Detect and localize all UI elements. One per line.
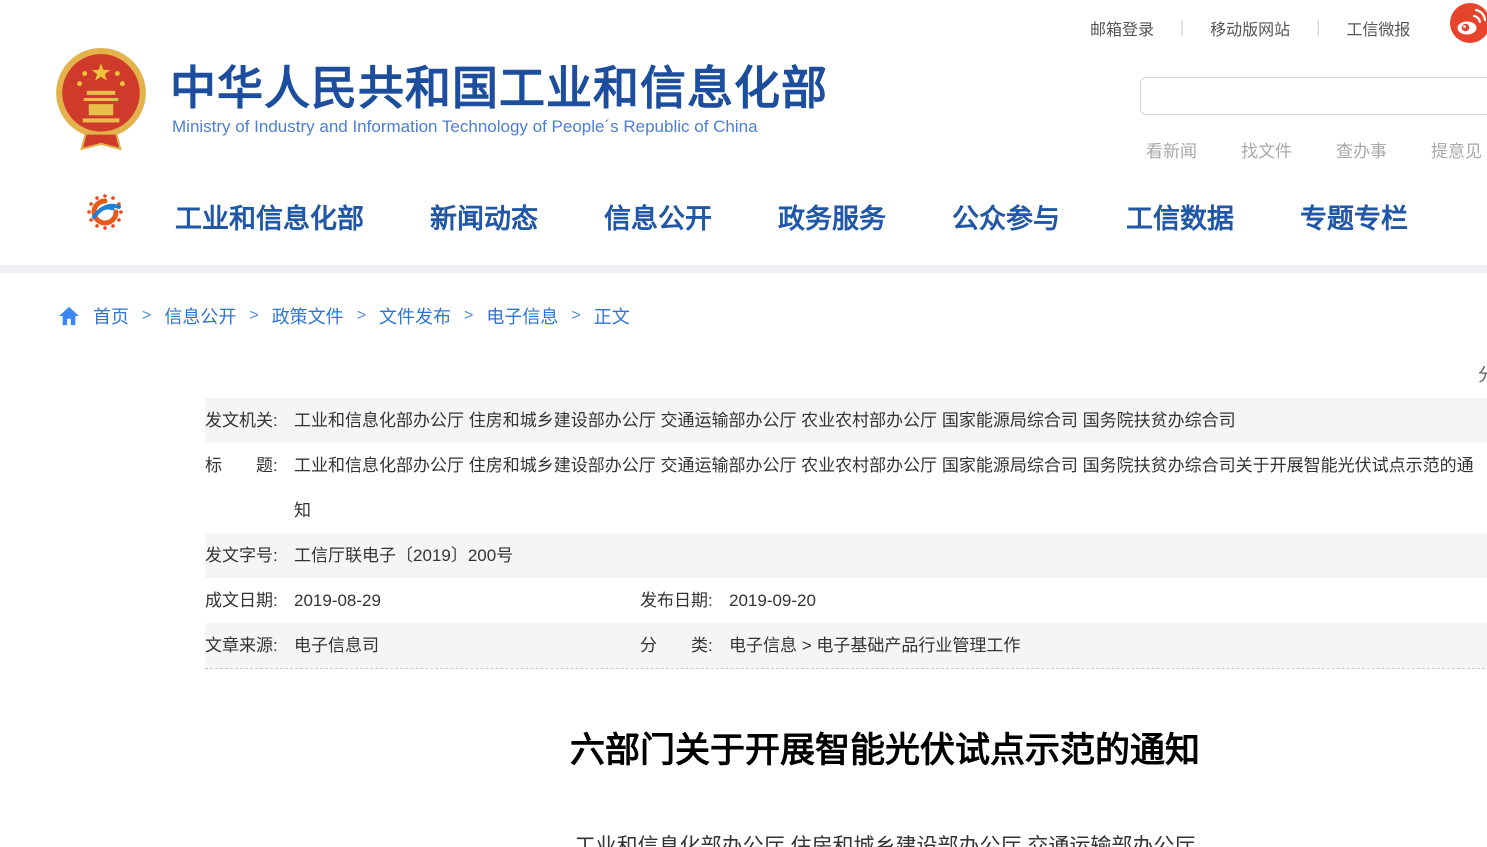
meta-value: 2019-08-29 bbox=[294, 578, 381, 623]
meta-row-issuing-org: 发文机关:工业和信息化部办公厅 住房和城乡建设部办公厅 交通运输部办公厅 农业农… bbox=[205, 398, 1487, 443]
nav-item-miit-data[interactable]: 工信数据 bbox=[1126, 197, 1234, 236]
nav-item-gov-services[interactable]: 政务服务 bbox=[778, 197, 886, 236]
meta-label: 发布日期: bbox=[640, 578, 729, 623]
meta-value: 工信厅联电子〔2019〕200号 bbox=[294, 533, 513, 578]
meta-cell-category: 分 类:电子信息 > 电子基础产品行业管理工作 bbox=[640, 623, 1020, 668]
article-body-first-line: 工业和信息化部办公厅 住房和城乡建设部办公厅 交通运输部办公厅 bbox=[205, 830, 1487, 847]
share-label-clipped[interactable]: 分享 bbox=[1478, 361, 1487, 387]
breadcrumb-separator: > bbox=[357, 307, 366, 325]
meta-label: 标 题: bbox=[205, 443, 294, 488]
search-tab-services[interactable]: 查办事 bbox=[1336, 137, 1387, 162]
meta-value: 工业和信息化部办公厅 住房和城乡建设部办公厅 交通运输部办公厅 农业农村部办公厅… bbox=[294, 398, 1236, 443]
national-emblem-logo bbox=[55, 46, 147, 152]
meta-label: 发文机关: bbox=[205, 398, 294, 443]
miit-article-page: 邮箱登录 | 移动版网站 | 工信微报 中华人民共和国工业和信息化部 Minis… bbox=[0, 0, 1487, 847]
breadcrumb-document-release[interactable]: 文件发布 bbox=[379, 303, 451, 329]
top-utility-bar: 邮箱登录 | 移动版网站 | 工信微报 bbox=[1090, 16, 1410, 40]
breadcrumb-separator: > bbox=[571, 307, 580, 325]
meta-row-source-category: 文章来源:电子信息司 分 类:电子信息 > 电子基础产品行业管理工作 bbox=[205, 623, 1487, 668]
search-input[interactable] bbox=[1140, 77, 1487, 115]
nav-item-miit-home[interactable]: 工业和信息化部 bbox=[175, 197, 364, 236]
meta-row-title: 标 题:工业和信息化部办公厅 住房和城乡建设部办公厅 交通运输部办公厅 农业农村… bbox=[205, 443, 1487, 533]
weibo-icon[interactable] bbox=[1450, 3, 1487, 43]
nav-item-news[interactable]: 新闻动态 bbox=[430, 197, 538, 236]
home-icon[interactable] bbox=[58, 306, 80, 326]
meta-label: 成文日期: bbox=[205, 578, 294, 623]
mailbox-login-link[interactable]: 邮箱登录 bbox=[1090, 16, 1154, 40]
miit-swirl-logo-icon bbox=[85, 192, 125, 232]
topbar-separator: | bbox=[1180, 19, 1184, 37]
breadcrumb-current-article[interactable]: 正文 bbox=[594, 303, 630, 329]
nav-item-info-disclosure[interactable]: 信息公开 bbox=[604, 197, 712, 236]
doc-meta-table: 发文机关:工业和信息化部办公厅 住房和城乡建设部办公厅 交通运输部办公厅 农业农… bbox=[205, 398, 1487, 669]
search-tabs: 看新闻 找文件 查办事 提意见 bbox=[1146, 137, 1482, 162]
meta-value: 电子信息司 bbox=[294, 623, 379, 668]
topbar-separator: | bbox=[1316, 19, 1320, 37]
breadcrumb-electronic-info[interactable]: 电子信息 bbox=[486, 303, 558, 329]
article-title: 六部门关于开展智能光伏试点示范的通知 bbox=[205, 722, 1487, 773]
meta-label: 文章来源: bbox=[205, 623, 294, 668]
breadcrumb-separator: > bbox=[464, 307, 473, 325]
weibo-channel-link[interactable]: 工信微报 bbox=[1346, 16, 1410, 40]
meta-cell-publish-date: 发布日期:2019-09-20 bbox=[640, 578, 816, 623]
breadcrumb: 首页 > 信息公开 > 政策文件 > 文件发布 > 电子信息 > 正文 bbox=[58, 303, 630, 329]
meta-row-doc-number: 发文字号:工信厅联电子〔2019〕200号 bbox=[205, 533, 1487, 578]
meta-label: 分 类: bbox=[640, 623, 729, 668]
search-tab-news[interactable]: 看新闻 bbox=[1146, 137, 1197, 162]
main-nav: 工业和信息化部 新闻动态 信息公开 政务服务 公众参与 工信数据 专题专栏 bbox=[175, 197, 1408, 236]
breadcrumb-info-disclosure[interactable]: 信息公开 bbox=[164, 303, 236, 329]
meta-value: 电子信息 > 电子基础产品行业管理工作 bbox=[729, 623, 1020, 668]
meta-cell-source: 文章来源:电子信息司 bbox=[205, 623, 640, 668]
site-title: 中华人民共和国工业和信息化部 bbox=[170, 52, 828, 118]
meta-label: 发文字号: bbox=[205, 533, 294, 578]
breadcrumb-policy-documents[interactable]: 政策文件 bbox=[272, 303, 344, 329]
nav-item-special-topics[interactable]: 专题专栏 bbox=[1300, 197, 1408, 236]
mobile-site-link[interactable]: 移动版网站 bbox=[1210, 16, 1290, 40]
breadcrumb-separator: > bbox=[249, 307, 258, 325]
header-divider-band bbox=[0, 265, 1487, 273]
meta-row-dates: 成文日期:2019-08-29 发布日期:2019-09-20 bbox=[205, 578, 1487, 623]
meta-value: 工业和信息化部办公厅 住房和城乡建设部办公厅 交通运输部办公厅 农业农村部办公厅… bbox=[294, 443, 1484, 533]
nav-item-public-participation[interactable]: 公众参与 bbox=[952, 197, 1060, 236]
breadcrumb-home[interactable]: 首页 bbox=[93, 303, 129, 329]
breadcrumb-separator: > bbox=[142, 307, 151, 325]
meta-cell-written-date: 成文日期:2019-08-29 bbox=[205, 578, 640, 623]
site-subtitle-english: Ministry of Industry and Information Tec… bbox=[172, 117, 758, 137]
search-tab-documents[interactable]: 找文件 bbox=[1241, 137, 1292, 162]
meta-value: 2019-09-20 bbox=[729, 578, 816, 623]
search-tab-feedback[interactable]: 提意见 bbox=[1431, 137, 1482, 162]
